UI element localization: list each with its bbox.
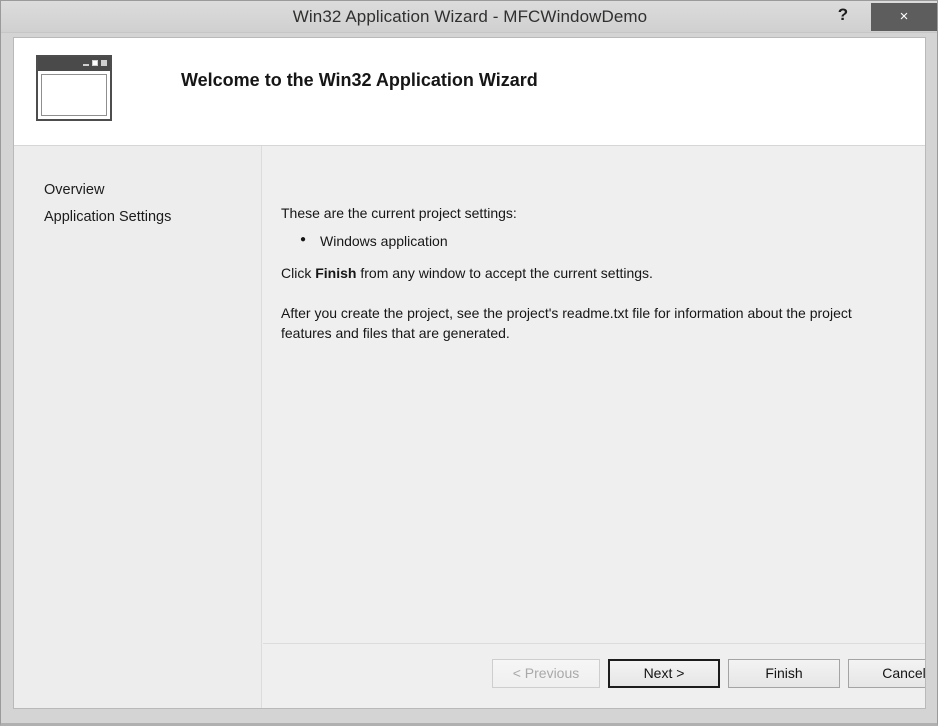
wizard-header: Welcome to the Win32 Application Wizard (14, 38, 925, 146)
maximize-icon (92, 60, 98, 66)
icon-client-body (41, 74, 107, 116)
close-glyph-icon (101, 60, 107, 66)
settings-intro-text: These are the current project settings: (281, 205, 517, 221)
wizard-window: Win32 Application Wizard - MFCWindowDemo… (0, 0, 938, 726)
icon-titlebar (38, 57, 110, 71)
content-body: These are the current project settings: … (263, 146, 925, 644)
previous-button[interactable]: < Previous (492, 659, 600, 688)
finish-button[interactable]: Finish (728, 659, 840, 688)
finish-instruction-after: from any window to accept the current se… (356, 265, 653, 281)
minimize-icon (83, 64, 89, 66)
sidebar-item-overview[interactable]: Overview (44, 182, 104, 198)
list-item: Windows application (300, 230, 448, 251)
cancel-button[interactable]: Cancel (848, 659, 925, 688)
wizard-sidebar: Overview Application Settings (14, 146, 262, 708)
title-bar: Win32 Application Wizard - MFCWindowDemo… (1, 1, 937, 33)
help-button[interactable]: ? (823, 1, 863, 31)
wizard-client-area: Welcome to the Win32 Application Wizard … (13, 37, 926, 709)
page-title: Welcome to the Win32 Application Wizard (181, 70, 538, 90)
readme-note-text: After you create the project, see the pr… (281, 305, 852, 341)
icon-caption-buttons (83, 60, 107, 66)
wizard-footer: < Previous Next > Finish Cancel (263, 644, 925, 708)
current-settings-list: Windows application (300, 230, 448, 251)
wizard-content: These are the current project settings: … (263, 146, 925, 708)
window-app-icon (36, 55, 112, 121)
finish-instruction-emphasis: Finish (315, 265, 357, 281)
sidebar-item-application-settings[interactable]: Application Settings (44, 209, 171, 225)
close-icon[interactable]: × (871, 3, 937, 31)
finish-instruction-before: Click (281, 265, 316, 281)
next-button[interactable]: Next > (608, 659, 720, 688)
finish-instruction-text: Click Finish from any window to accept t… (281, 263, 653, 283)
window-title: Win32 Application Wizard - MFCWindowDemo (292, 7, 648, 26)
